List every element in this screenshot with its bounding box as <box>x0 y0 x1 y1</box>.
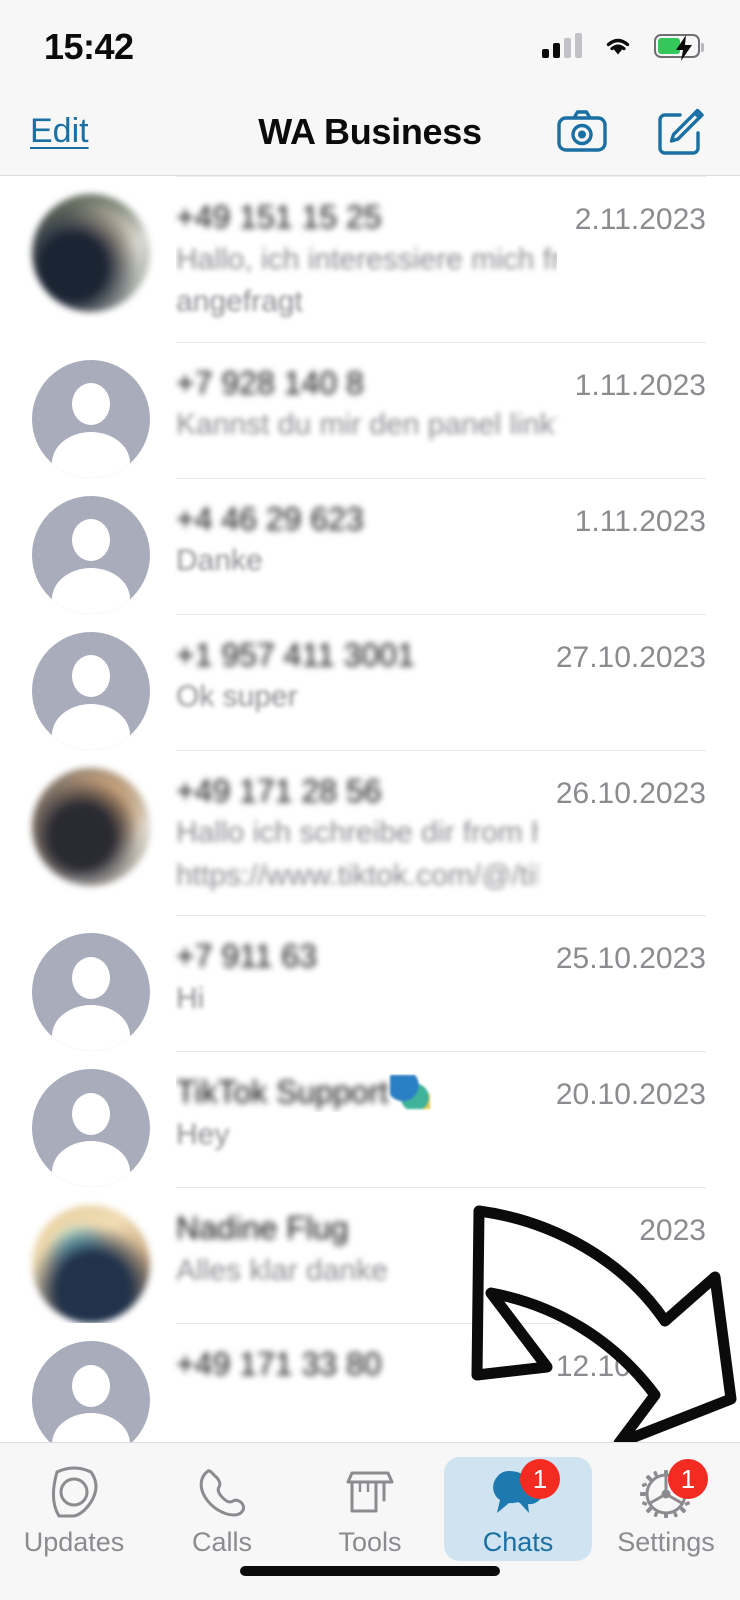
chat-date: 20.10.2023 <box>555 1078 706 1112</box>
storefront-tools-icon <box>346 1471 394 1513</box>
status-bar-indicators <box>542 33 704 61</box>
settings-badge: 1 <box>668 1459 708 1499</box>
chat-preview: Alles klar danke <box>176 1253 388 1287</box>
chat-preview: Hey <box>176 1117 230 1151</box>
chat-preview-line2: angefragt <box>176 285 303 319</box>
tab-chats[interactable]: 1 Chats <box>444 1457 592 1562</box>
chat-list-item[interactable]: +49 171 33 80 12.10.2023 <box>0 1323 740 1442</box>
tab-label: Chats <box>482 1527 554 1557</box>
home-indicator <box>240 1566 500 1576</box>
tab-label: Tools <box>338 1527 402 1557</box>
chat-date: 25.10.2023 <box>555 942 706 976</box>
tab-updates[interactable]: Updates <box>0 1457 148 1562</box>
chat-date: 26.10.2023 <box>555 776 706 810</box>
chat-name: +1 957 411 3001 <box>176 636 415 673</box>
chat-date: 2.11.2023 <box>574 203 706 236</box>
phone-icon <box>199 1469 245 1517</box>
tab-tools[interactable]: Tools <box>296 1457 444 1562</box>
compose-new-chat-icon[interactable] <box>654 106 706 158</box>
chat-list-item[interactable]: Nadine Flug Alles klar danke 2023 <box>0 1187 740 1324</box>
status-updates-icon <box>52 1466 98 1518</box>
nav-actions <box>556 106 706 158</box>
chat-preview-line2: https://www.tiktok.com/@/tiktok/ <box>176 858 538 892</box>
avatar <box>32 1205 150 1324</box>
chat-name: +49 171 28 56 <box>176 772 382 809</box>
tab-label: Calls <box>191 1527 252 1557</box>
chat-list[interactable]: +49 151 15 25 Hallo, ich interessiere mi… <box>0 176 740 1442</box>
status-bar-time: 15:42 <box>44 26 134 67</box>
chat-date: 1.11.2023 <box>574 504 706 538</box>
avatar <box>32 359 150 478</box>
chat-preview: Danke <box>176 544 263 578</box>
chat-preview: Hallo, ich interessiere mich from <box>176 241 557 279</box>
edit-button[interactable]: Edit <box>30 112 89 151</box>
chat-list-item[interactable]: TikTok Support Hey 20.10.2023 <box>0 1051 740 1188</box>
chat-list-item[interactable]: +49 151 15 25 Hallo, ich interessiere mi… <box>0 176 740 342</box>
chat-date: 27.10.2023 <box>555 640 706 674</box>
camera-icon[interactable] <box>556 106 608 158</box>
avatar <box>32 767 150 886</box>
chat-name: +7 911 63 <box>176 938 317 975</box>
chat-date: 12.10.2023 <box>555 1350 706 1384</box>
chats-badge: 1 <box>520 1459 560 1499</box>
chat-name-text: TikTok Support <box>176 1074 389 1111</box>
avatar <box>32 495 150 614</box>
chat-preview: Hi <box>176 981 205 1015</box>
whatsapp-business-chats-screen: 15:42 Edit WA Business +49 151 15 25 Hal… <box>0 0 740 1600</box>
avatar <box>32 1341 150 1442</box>
battery-charging-icon <box>654 34 704 61</box>
tab-calls[interactable]: Calls <box>148 1457 296 1562</box>
chat-preview: Kannst du mir den panel link? <box>176 408 557 442</box>
chat-list-item[interactable]: +4 46 29 623 Danke 1.11.2023 <box>0 477 740 614</box>
chat-list-item[interactable]: +7 928 140 8 Kannst du mir den panel lin… <box>0 341 740 478</box>
chat-preview: Ok super <box>176 680 298 714</box>
blue-green-emoji-icon <box>390 1075 431 1110</box>
chat-list-item[interactable]: +1 957 411 3001 Ok super 27.10.2023 <box>0 613 740 750</box>
chat-date: 2023 <box>639 1214 706 1248</box>
chat-name: +4 46 29 623 <box>176 500 364 537</box>
avatar <box>32 933 150 1052</box>
chat-list-item[interactable]: +7 911 63 Hi 25.10.2023 <box>0 915 740 1052</box>
avatar <box>32 1069 150 1188</box>
avatar <box>32 194 150 312</box>
avatar <box>32 631 150 750</box>
navigation-bar: Edit WA Business <box>0 88 740 176</box>
chat-name: +7 928 140 8 <box>176 364 364 401</box>
tab-settings[interactable]: 1 Settings <box>592 1457 740 1562</box>
chat-name: +49 171 33 80 <box>176 1346 382 1383</box>
chat-date: 1.11.2023 <box>574 368 706 402</box>
bottom-tab-bar: Updates Calls Tools 1 Chats 1 Settings <box>0 1442 740 1600</box>
cellular-signal-icon <box>542 33 582 58</box>
chat-preview: Hallo ich schreibe dir from here <box>176 816 538 850</box>
chat-name: +49 151 15 25 <box>176 199 382 235</box>
tab-label: Settings <box>617 1527 715 1557</box>
status-bar: 15:42 <box>0 0 740 88</box>
wifi-icon <box>606 38 630 55</box>
chat-list-item[interactable]: +49 171 28 56 Hallo ich schreibe dir fro… <box>0 749 740 916</box>
chat-name: TikTok Support <box>176 1074 538 1112</box>
chat-name: Nadine Flug <box>176 1210 349 1247</box>
tab-label: Updates <box>23 1527 125 1557</box>
chat-preview-blurred: Hallo, ich interessiere mich from <box>176 242 557 276</box>
